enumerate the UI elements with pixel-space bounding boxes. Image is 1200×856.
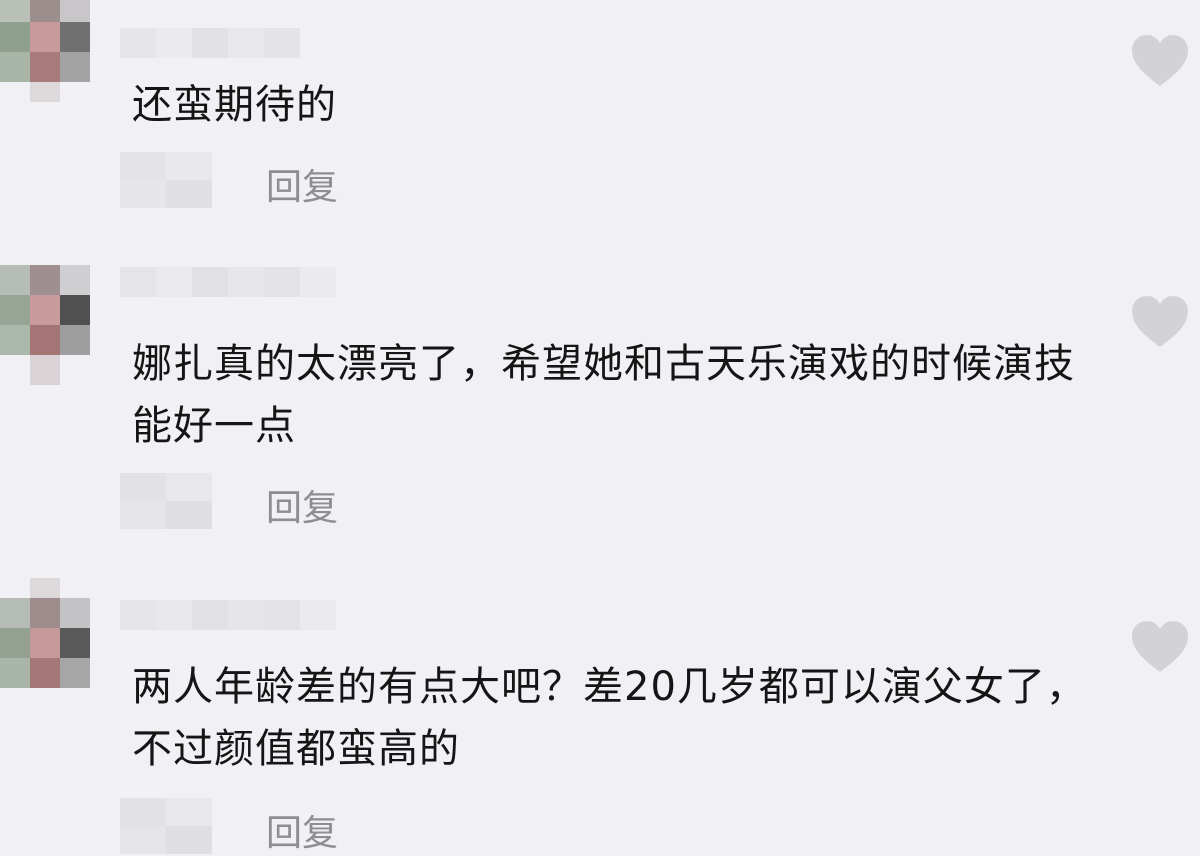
comment-text: 还蛮期待的: [132, 82, 337, 128]
comment-meta: 回复: [120, 798, 420, 854]
username-redacted[interactable]: [120, 600, 336, 630]
timestamp-redacted: [120, 152, 212, 208]
heart-icon[interactable]: [1130, 295, 1190, 349]
comment-text: 娜扎真的太漂亮了，希望她和古天乐演戏的时候演技能好一点: [132, 341, 1075, 449]
avatar[interactable]: [0, 578, 96, 694]
timestamp-redacted: [120, 798, 212, 854]
comment-meta: 回复: [120, 152, 420, 208]
username-redacted[interactable]: [120, 267, 336, 297]
reply-button[interactable]: 回复: [266, 479, 338, 531]
reply-button[interactable]: 回复: [266, 804, 338, 856]
heart-icon[interactable]: [1130, 34, 1190, 88]
comment-meta: 回复: [120, 473, 420, 529]
comment-item: 两人年龄差的有点大吧？差20几岁都可以演父女了，不过颜值都蛮高的 回复: [0, 578, 1200, 854]
timestamp-redacted: [120, 473, 212, 529]
heart-icon[interactable]: [1130, 620, 1190, 674]
username-redacted[interactable]: [120, 28, 300, 58]
comment-item: 娜扎真的太漂亮了，希望她和古天乐演戏的时候演技能好一点 回复: [0, 265, 1200, 565]
comment-text: 两人年龄差的有点大吧？差20几岁都可以演父女了，不过颜值都蛮高的: [132, 664, 1087, 772]
avatar[interactable]: [0, 0, 96, 102]
avatar[interactable]: [0, 265, 96, 385]
comment-item: 还蛮期待的 回复: [0, 0, 1200, 230]
reply-button[interactable]: 回复: [266, 158, 338, 210]
